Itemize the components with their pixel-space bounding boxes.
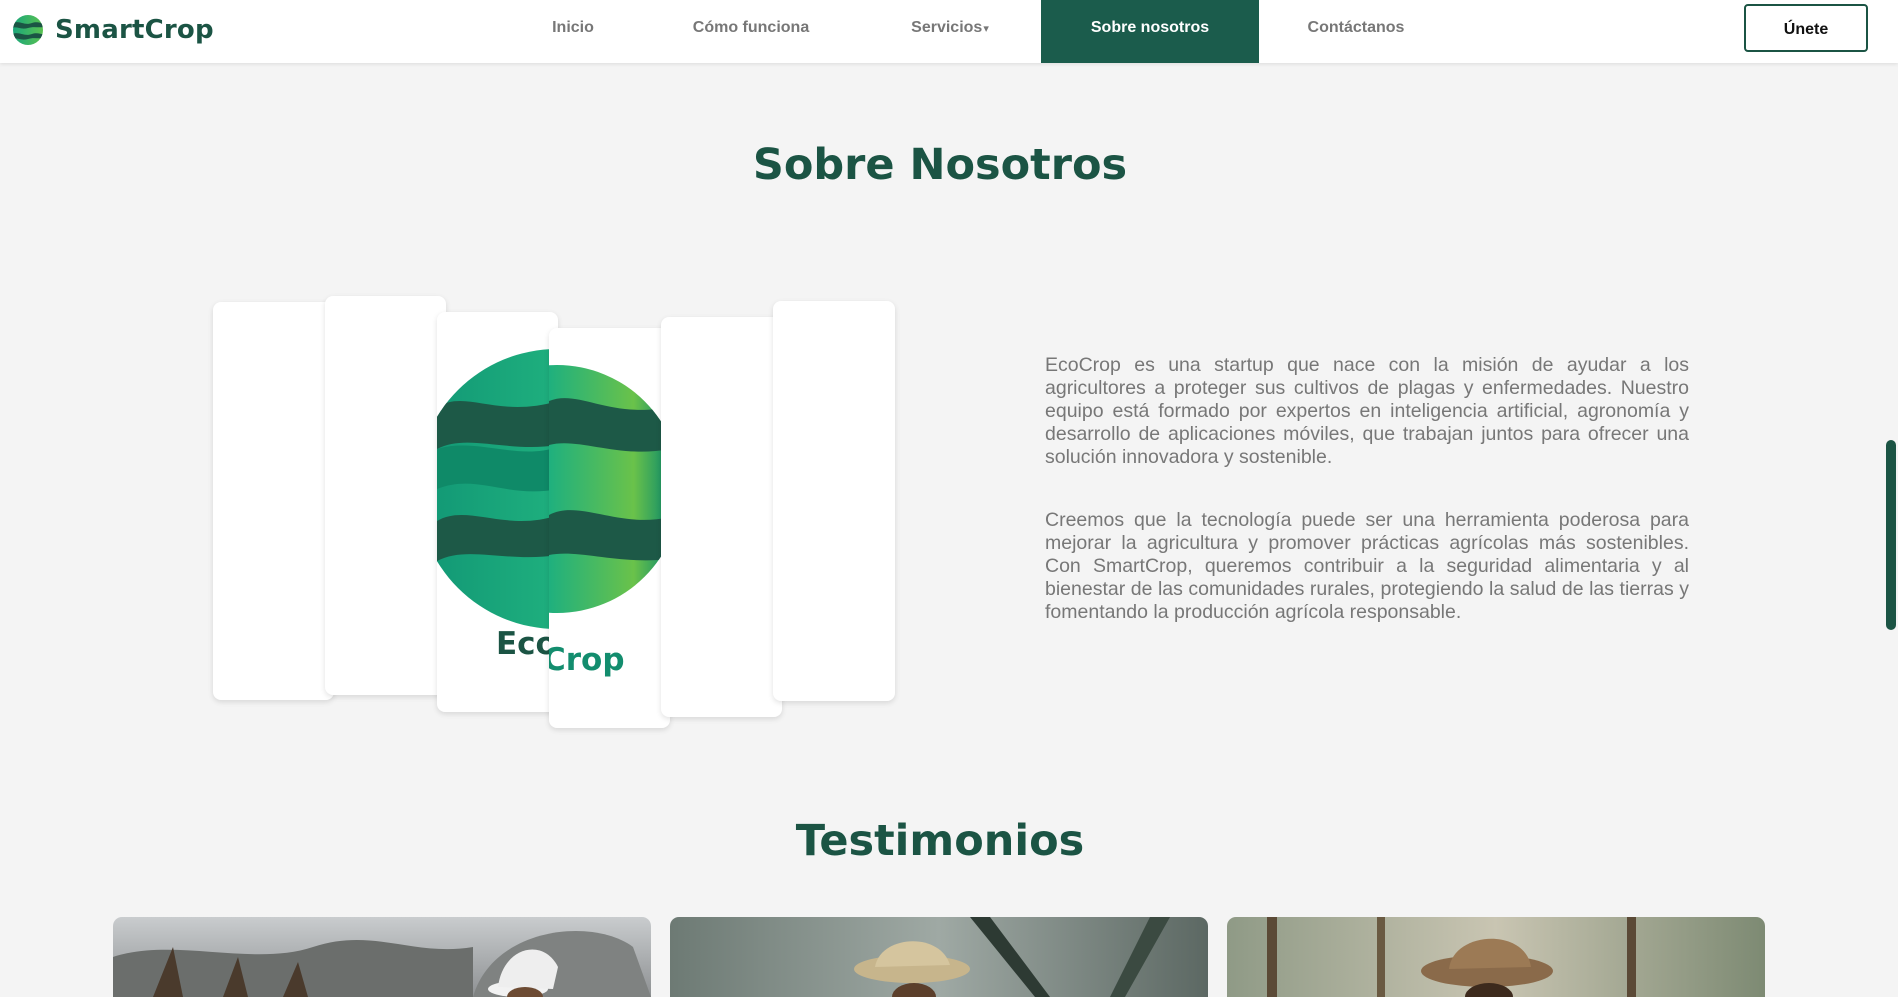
nav-label: Contáctanos bbox=[1307, 19, 1405, 36]
testimonial-card[interactable] bbox=[113, 917, 651, 997]
page-scrollbar-thumb[interactable] bbox=[1886, 440, 1896, 630]
gallery-card[interactable] bbox=[661, 317, 782, 717]
farmer-man-brown-hat-photo bbox=[1227, 917, 1765, 997]
about-section-title: Sobre Nosotros bbox=[752, 140, 1128, 190]
nav-item-contactanos[interactable]: Contáctanos bbox=[1291, 0, 1421, 63]
testimonial-card[interactable] bbox=[1227, 917, 1765, 997]
gallery-card[interactable] bbox=[325, 296, 446, 695]
join-button[interactable]: Únete bbox=[1744, 4, 1868, 52]
ecocrop-logo-text-left: Eco bbox=[496, 626, 557, 662]
farmer-woman-white-hat-photo bbox=[113, 917, 651, 997]
about-paragraph-1: EcoCrop es una startup que nace con la m… bbox=[1045, 354, 1689, 468]
nav-item-inicio[interactable]: Inicio bbox=[525, 0, 621, 63]
testimonial-card[interactable] bbox=[670, 917, 1208, 997]
brand-logo[interactable]: SmartCrop bbox=[12, 12, 214, 48]
gallery-card[interactable] bbox=[773, 301, 895, 701]
testimonials-section-title: Testimonios bbox=[795, 816, 1085, 866]
nav-item-sobre-nosotros[interactable]: Sobre nosotros bbox=[1041, 0, 1259, 63]
brand-name: SmartCrop bbox=[55, 15, 214, 45]
gallery-card-logo-left[interactable]: Eco bbox=[437, 312, 558, 712]
nav-item-como-funciona[interactable]: Cómo funciona bbox=[676, 0, 826, 63]
ecocrop-logo-text-right: Crop bbox=[549, 642, 625, 678]
nav-label: Sobre nosotros bbox=[1090, 19, 1210, 36]
globe-leaf-icon bbox=[13, 15, 43, 45]
ecocrop-globe-icon bbox=[437, 349, 558, 629]
about-paragraph-2: Creemos que la tecnología puede ser una … bbox=[1045, 509, 1689, 623]
gallery-card-logo-right[interactable]: Crop bbox=[549, 328, 670, 728]
ecocrop-globe-icon bbox=[549, 365, 670, 613]
farmer-man-straw-hat-photo bbox=[670, 917, 1208, 997]
gallery-card[interactable] bbox=[213, 302, 334, 700]
nav-label: Inicio bbox=[552, 19, 594, 36]
nav-item-servicios[interactable]: Servicios▾ bbox=[886, 0, 1014, 63]
chevron-down-icon: ▾ bbox=[983, 23, 989, 35]
nav-label: Servicios bbox=[911, 19, 983, 36]
top-navbar: SmartCrop Inicio Cómo funciona Servicios… bbox=[0, 0, 1898, 63]
nav-label: Cómo funciona bbox=[692, 19, 810, 36]
